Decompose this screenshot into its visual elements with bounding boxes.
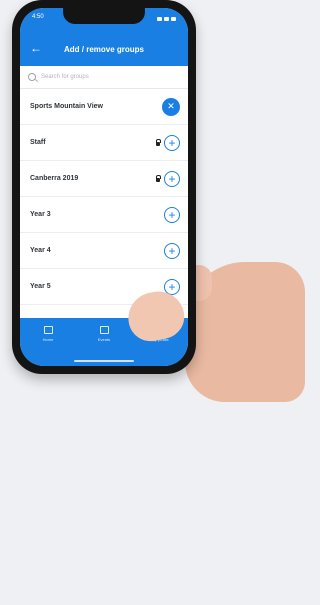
close-icon: ✕	[167, 101, 175, 111]
group-name: Year 5	[30, 283, 51, 290]
home-indicator	[74, 360, 134, 362]
lock-icon	[156, 174, 161, 182]
tab-events[interactable]: Events	[84, 326, 124, 342]
group-name: Canberra 2019	[30, 175, 79, 182]
battery-icon	[171, 17, 176, 21]
add-group-button[interactable]: +	[164, 170, 180, 187]
add-group-button[interactable]: +	[164, 134, 180, 151]
search-bar[interactable]: Search for groups	[20, 66, 188, 89]
plus-icon: +	[168, 243, 176, 258]
tab-home[interactable]: Home	[28, 326, 68, 342]
plus-icon: +	[168, 279, 176, 294]
group-row[interactable]: Year 4 +	[20, 233, 188, 269]
arrow-left-icon[interactable]: ←	[30, 41, 42, 55]
status-time: 4:50	[32, 14, 44, 20]
title-bar: ← Add / remove groups	[20, 41, 188, 56]
group-row[interactable]: Year 3 +	[20, 197, 188, 233]
add-group-button[interactable]: +	[164, 206, 180, 223]
tab-label: Events	[97, 337, 111, 342]
lock-icon	[156, 138, 161, 146]
tab-label: Home	[42, 337, 54, 342]
group-name: Staff	[30, 139, 46, 146]
status-icons	[157, 14, 176, 24]
group-row[interactable]: Sports Mountain View ✕	[20, 89, 188, 125]
group-row[interactable]: Canberra 2019 +	[20, 161, 188, 197]
group-name: Sports Mountain View	[30, 103, 103, 110]
phone-notch	[63, 8, 145, 24]
plus-icon: +	[168, 135, 176, 150]
calendar-icon	[99, 326, 109, 334]
group-name: Year 4	[30, 247, 51, 254]
plus-icon: +	[168, 171, 176, 186]
add-group-button[interactable]: +	[164, 242, 180, 259]
page-title: Add / remove groups	[63, 44, 144, 54]
group-name: Year 3	[30, 211, 51, 218]
home-icon	[43, 326, 53, 334]
search-icon	[28, 73, 36, 81]
signal-icon	[157, 17, 162, 21]
group-row[interactable]: Staff +	[20, 125, 188, 161]
plus-icon: +	[168, 207, 176, 222]
wifi-icon	[164, 17, 169, 21]
remove-group-button[interactable]: ✕	[162, 97, 180, 116]
search-input[interactable]: Search for groups	[41, 74, 89, 80]
